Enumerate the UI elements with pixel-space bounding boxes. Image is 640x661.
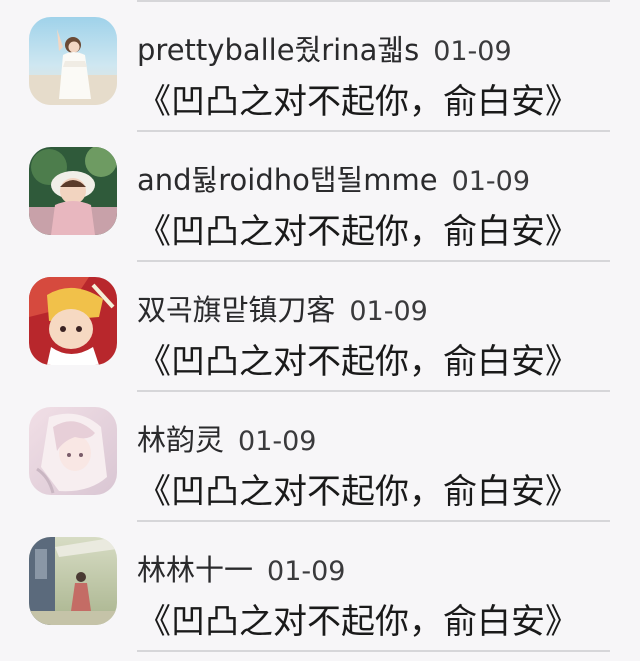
comment-header: 林韵灵 01-09 [137,420,316,460]
book-title[interactable]: 《凹凸之对不起你，俞白安》 [137,340,579,384]
comment-list: prettyballe줬rina궯s 01-09 《凹凸之对不起你，俞白安》 an… [0,2,640,652]
divider [137,650,610,652]
comment-header: prettyballe줬rina궯s 01-09 [137,30,512,70]
book-title[interactable]: 《凹凸之对不起你，俞白安》 [137,80,579,124]
avatar-anime-girl-pink-icon[interactable] [29,407,117,495]
book-title[interactable]: 《凹凸之对不起你，俞白安》 [137,600,579,644]
avatar-child-photo-icon[interactable] [29,147,117,235]
comment-date: 01-09 [349,296,428,327]
list-item[interactable]: prettyballe줬rina궯s 01-09 《凹凸之对不起你，俞白安》 [0,2,640,132]
list-item[interactable]: 林林十一 01-09 《凹凸之对不起你，俞白安》 [0,522,640,652]
comment-date: 01-09 [238,426,317,457]
comment-header: and뒳roidho탭될mme 01-09 [137,160,530,200]
list-item[interactable]: 双곡旗맡镇刀客 01-09 《凹凸之对不起你，俞白安》 [0,262,640,392]
avatar-girl-beach-photo-icon[interactable] [29,17,117,105]
list-item[interactable]: and뒳roidho탭될mme 01-09 《凹凸之对不起你，俞白安》 [0,132,640,262]
avatar-scenery-photo-icon[interactable] [29,537,117,625]
username[interactable]: prettyballe줬rina궯s [137,33,419,67]
comment-date: 01-09 [433,36,512,67]
avatar-anime-character-icon[interactable] [29,277,117,365]
book-title[interactable]: 《凹凸之对不起你，俞白安》 [137,470,579,514]
list-item[interactable]: 林韵灵 01-09 《凹凸之对不起你，俞白安》 [0,392,640,522]
comment-header: 林林十一 01-09 [137,550,345,590]
username[interactable]: 林林十一 [137,553,253,587]
comment-date: 01-09 [451,166,531,197]
username[interactable]: 双곡旗맡镇刀客 [137,293,335,327]
book-title[interactable]: 《凹凸之对不起你，俞白安》 [137,210,579,254]
comment-date: 01-09 [267,556,346,587]
comment-header: 双곡旗맡镇刀客 01-09 [137,290,428,330]
username[interactable]: and뒳roidho탭될mme [137,163,438,197]
username[interactable]: 林韵灵 [137,423,224,457]
